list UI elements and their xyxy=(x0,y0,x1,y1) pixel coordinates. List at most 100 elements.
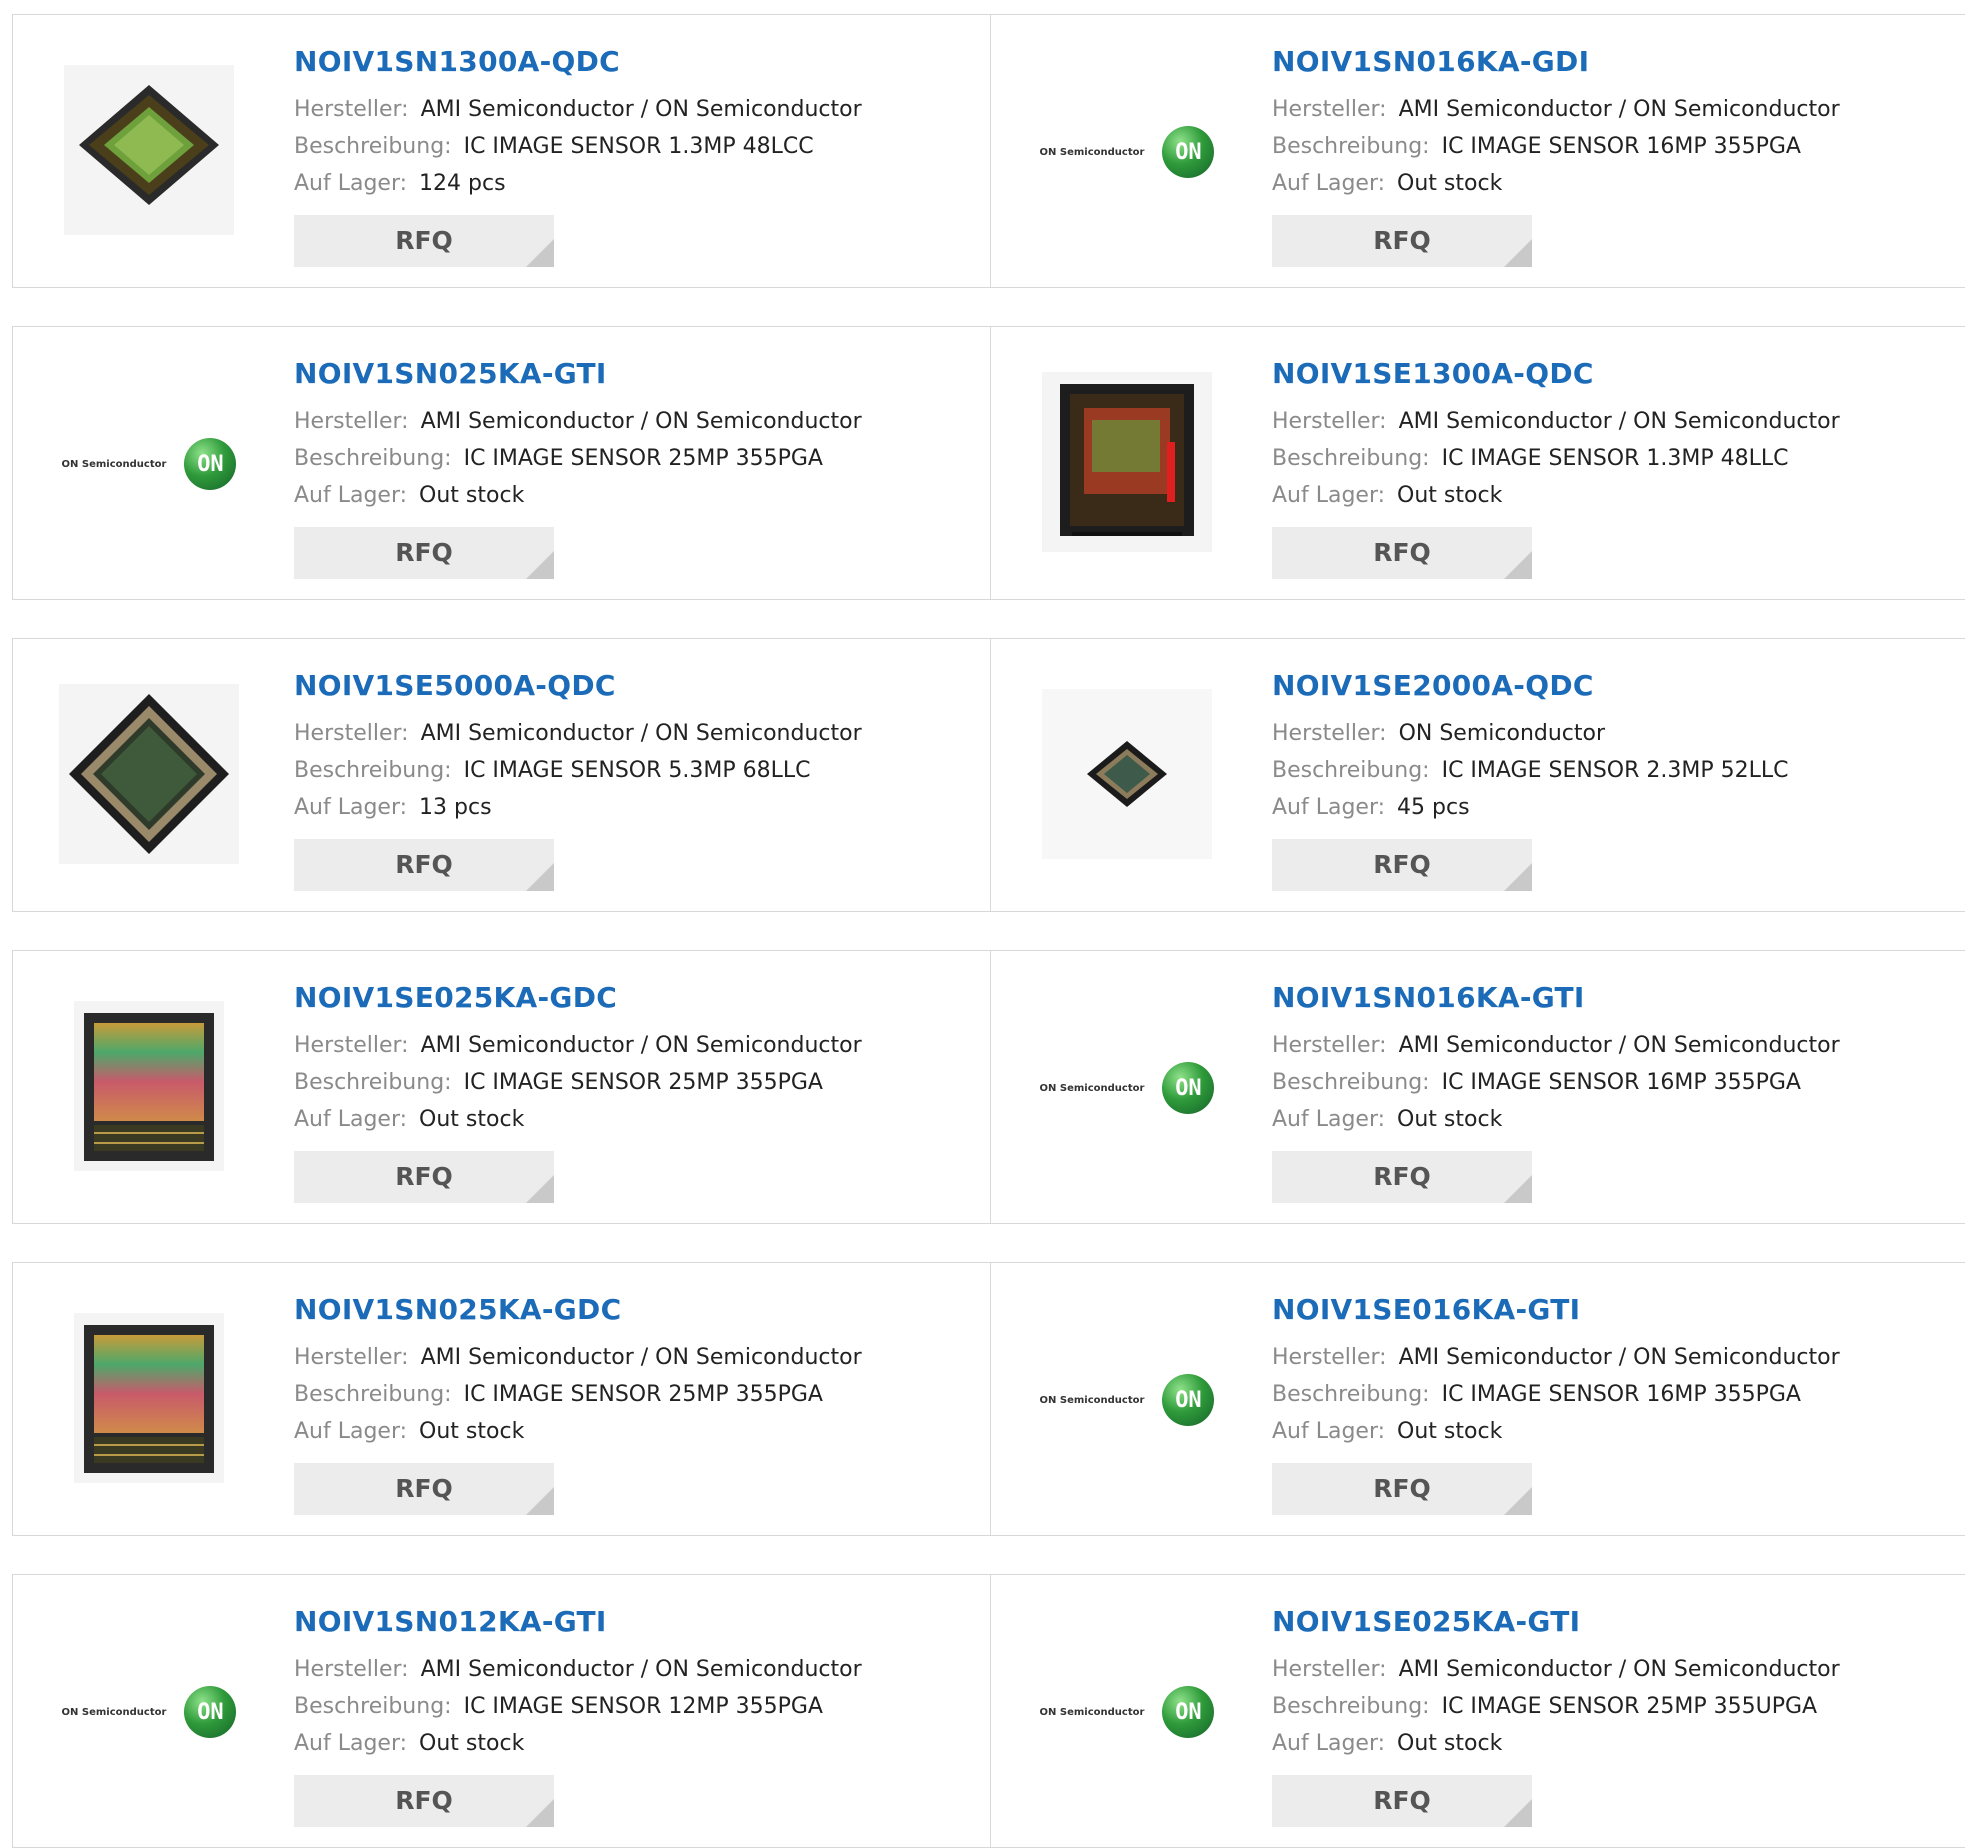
product-image[interactable]: ON Semiconductor ON xyxy=(49,364,249,564)
description-value: IC IMAGE SENSOR 25MP 355PGA xyxy=(463,1382,823,1407)
rfq-button[interactable]: RFQ xyxy=(1272,839,1532,891)
rfq-label: RFQ xyxy=(1373,226,1431,255)
part-number-link[interactable]: NOIV1SE025KA-GTI xyxy=(1272,1605,1840,1639)
manufacturer-value: AMI Semiconductor / ON Semiconductor xyxy=(420,409,862,434)
product-card: NOIV1SE2000A-QDC Hersteller: ON Semiconduc… xyxy=(991,639,1965,911)
rfq-button[interactable]: RFQ xyxy=(294,215,554,267)
stock-value: Out stock xyxy=(1397,1419,1503,1444)
on-semiconductor-logo: ON Semiconductor ON xyxy=(1040,1686,1215,1738)
corner-triangle-icon xyxy=(526,863,554,891)
part-number-link[interactable]: NOIV1SN025KA-GTI xyxy=(294,357,862,391)
manufacturer-line: Hersteller: AMI Semiconductor / ON Semico… xyxy=(294,1651,862,1688)
manufacturer-value: AMI Semiconductor / ON Semiconductor xyxy=(1398,1657,1840,1682)
manufacturer-line: Hersteller: AMI Semiconductor / ON Semico… xyxy=(1272,403,1840,440)
description-line: Beschreibung: IC IMAGE SENSOR 16MP 355PGA xyxy=(1272,1064,1840,1101)
part-number-link[interactable]: NOIV1SE025KA-GDC xyxy=(294,981,862,1015)
stock-line: Auf Lager: Out stock xyxy=(1272,1725,1840,1762)
product-info: NOIV1SE1300A-QDC Hersteller: AMI Semicondu… xyxy=(1272,357,1840,514)
manufacturer-label: Hersteller: xyxy=(1272,1345,1387,1370)
product-info: NOIV1SE025KA-GDC Hersteller: AMI Semicondu… xyxy=(294,981,862,1138)
description-value: IC IMAGE SENSOR 16MP 355PGA xyxy=(1441,134,1801,159)
rfq-button[interactable]: RFQ xyxy=(294,1775,554,1827)
part-number-link[interactable]: NOIV1SN012KA-GTI xyxy=(294,1605,862,1639)
stock-label: Auf Lager: xyxy=(294,1419,408,1444)
product-image[interactable] xyxy=(49,988,249,1188)
product-card: NOIV1SE5000A-QDC Hersteller: AMI Semicondu… xyxy=(13,639,991,911)
description-line: Beschreibung: IC IMAGE SENSOR 16MP 355PGA xyxy=(1272,1376,1840,1413)
stock-line: Auf Lager: 124 pcs xyxy=(294,165,862,202)
rfq-button[interactable]: RFQ xyxy=(294,1151,554,1203)
product-card: ON Semiconductor ON NOIV1SN025KA-GTI Herste… xyxy=(13,327,991,599)
on-semiconductor-logo: ON Semiconductor ON xyxy=(62,1686,237,1738)
part-number-link[interactable]: NOIV1SE1300A-QDC xyxy=(1272,357,1840,391)
rfq-button[interactable]: RFQ xyxy=(1272,1775,1532,1827)
description-value: IC IMAGE SENSOR 16MP 355PGA xyxy=(1441,1382,1801,1407)
manufacturer-label: Hersteller: xyxy=(1272,409,1387,434)
product-card: ON Semiconductor ON NOIV1SN012KA-GTI Herste… xyxy=(13,1575,991,1847)
product-info: NOIV1SN025KA-GDC Hersteller: AMI Semicondu… xyxy=(294,1293,862,1450)
product-image[interactable]: ON Semiconductor ON xyxy=(1027,52,1227,252)
product-image[interactable] xyxy=(1027,364,1227,564)
stock-label: Auf Lager: xyxy=(1272,1419,1386,1444)
product-row: NOIV1SE025KA-GDC Hersteller: AMI Semicondu… xyxy=(12,950,1965,1224)
rfq-button[interactable]: RFQ xyxy=(294,527,554,579)
part-number-link[interactable]: NOIV1SN025KA-GDC xyxy=(294,1293,862,1327)
rfq-button[interactable]: RFQ xyxy=(1272,527,1532,579)
description-line: Beschreibung: IC IMAGE SENSOR 25MP 355PGA xyxy=(294,1376,862,1413)
rfq-button[interactable]: RFQ xyxy=(294,1463,554,1515)
part-number-link[interactable]: NOIV1SN1300A-QDC xyxy=(294,45,862,79)
part-number-link[interactable]: NOIV1SN016KA-GDI xyxy=(1272,45,1840,79)
stock-value: 124 pcs xyxy=(419,171,506,196)
product-info: NOIV1SE2000A-QDC Hersteller: ON Semiconduc… xyxy=(1272,669,1788,826)
product-image[interactable] xyxy=(1027,676,1227,876)
description-line: Beschreibung: IC IMAGE SENSOR 1.3MP 48LCC xyxy=(294,128,862,165)
stock-line: Auf Lager: Out stock xyxy=(294,1413,862,1450)
logo-text: ON Semiconductor xyxy=(61,1706,167,1718)
stock-line: Auf Lager: Out stock xyxy=(1272,165,1840,202)
rfq-label: RFQ xyxy=(395,1162,453,1191)
product-card: ON Semiconductor ON NOIV1SN016KA-GTI Herste… xyxy=(991,951,1965,1223)
product-image[interactable] xyxy=(49,676,249,876)
description-line: Beschreibung: IC IMAGE SENSOR 25MP 355PGA xyxy=(294,1064,862,1101)
on-semiconductor-logo: ON Semiconductor ON xyxy=(1040,1374,1215,1426)
rfq-button[interactable]: RFQ xyxy=(1272,1463,1532,1515)
rfq-button[interactable]: RFQ xyxy=(1272,1151,1532,1203)
rfq-button[interactable]: RFQ xyxy=(294,839,554,891)
product-info: NOIV1SE5000A-QDC Hersteller: AMI Semicondu… xyxy=(294,669,862,826)
corner-triangle-icon xyxy=(1504,863,1532,891)
corner-triangle-icon xyxy=(526,1487,554,1515)
product-card: NOIV1SE1300A-QDC Hersteller: AMI Semicondu… xyxy=(991,327,1965,599)
logo-mark-icon: ON xyxy=(184,1686,237,1738)
part-number-link[interactable]: NOIV1SN016KA-GTI xyxy=(1272,981,1840,1015)
description-line: Beschreibung: IC IMAGE SENSOR 2.3MP 52LLC xyxy=(1272,752,1788,789)
description-label: Beschreibung: xyxy=(1272,1070,1430,1095)
stock-label: Auf Lager: xyxy=(1272,483,1386,508)
product-image[interactable] xyxy=(49,1300,249,1500)
manufacturer-label: Hersteller: xyxy=(294,409,409,434)
manufacturer-value: AMI Semiconductor / ON Semiconductor xyxy=(1398,1345,1840,1370)
rfq-button[interactable]: RFQ xyxy=(1272,215,1532,267)
description-label: Beschreibung: xyxy=(294,1382,452,1407)
stock-value: Out stock xyxy=(1397,171,1503,196)
product-image[interactable]: ON Semiconductor ON xyxy=(1027,1612,1227,1812)
manufacturer-line: Hersteller: AMI Semiconductor / ON Semico… xyxy=(1272,1339,1840,1376)
rfq-label: RFQ xyxy=(1373,850,1431,879)
stock-label: Auf Lager: xyxy=(294,1731,408,1756)
part-number-link[interactable]: NOIV1SE016KA-GTI xyxy=(1272,1293,1840,1327)
description-value: IC IMAGE SENSOR 2.3MP 52LLC xyxy=(1441,758,1789,783)
product-image[interactable]: ON Semiconductor ON xyxy=(1027,1300,1227,1500)
part-number-link[interactable]: NOIV1SE2000A-QDC xyxy=(1272,669,1788,703)
product-card: NOIV1SN1300A-QDC Hersteller: AMI Semicondu… xyxy=(13,15,991,287)
manufacturer-line: Hersteller: AMI Semiconductor / ON Semico… xyxy=(294,403,862,440)
part-number-link[interactable]: NOIV1SE5000A-QDC xyxy=(294,669,862,703)
corner-triangle-icon xyxy=(1504,1799,1532,1827)
product-image[interactable] xyxy=(49,52,249,252)
stock-line: Auf Lager: Out stock xyxy=(1272,1413,1840,1450)
product-info: NOIV1SE025KA-GTI Hersteller: AMI Semicondu… xyxy=(1272,1605,1840,1762)
product-image[interactable]: ON Semiconductor ON xyxy=(49,1612,249,1812)
manufacturer-value: AMI Semiconductor / ON Semiconductor xyxy=(420,721,862,746)
manufacturer-label: Hersteller: xyxy=(294,97,409,122)
manufacturer-value: AMI Semiconductor / ON Semiconductor xyxy=(1398,1033,1840,1058)
product-image[interactable]: ON Semiconductor ON xyxy=(1027,988,1227,1188)
product-card: NOIV1SE025KA-GDC Hersteller: AMI Semicondu… xyxy=(13,951,991,1223)
